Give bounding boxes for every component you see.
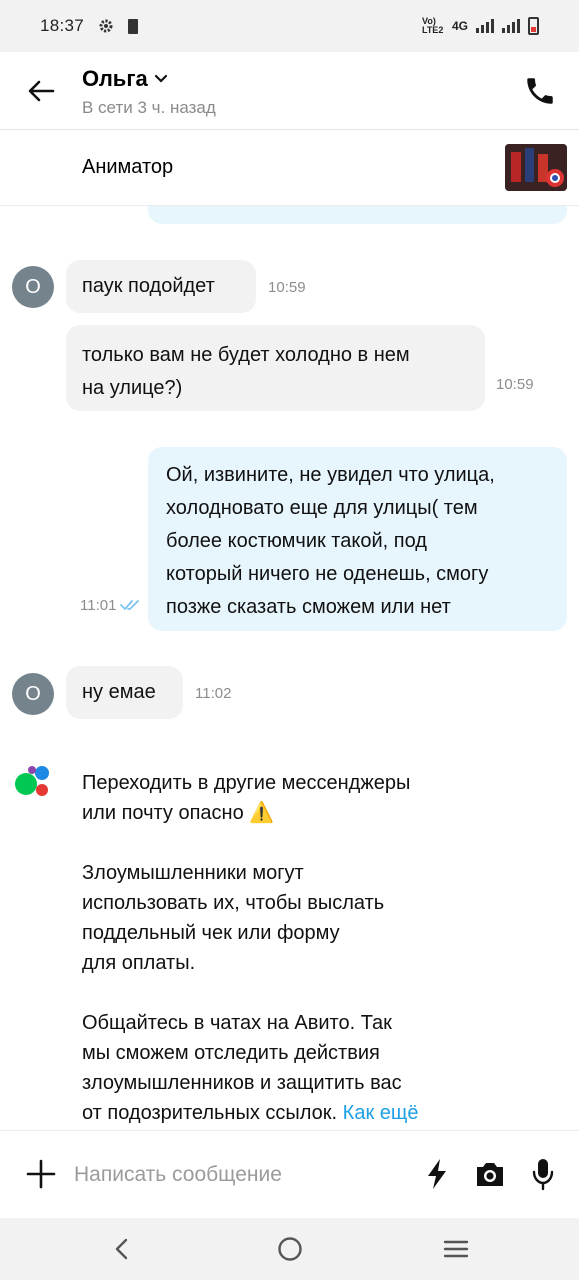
quick-reply-button[interactable] [420, 1157, 454, 1191]
attach-button[interactable] [24, 1157, 58, 1191]
message-text-line: более костюмчик такой, под [166, 530, 427, 552]
listing-title: Аниматор [82, 156, 174, 178]
message-text-line: Ой, извините, не увидел что улица, [166, 464, 495, 486]
network-type: 4G [451, 19, 468, 33]
nav-recents-button[interactable] [436, 1232, 476, 1266]
settings-gear-icon [99, 19, 113, 33]
notice-line: злоумышленников и защитить вас [82, 1072, 402, 1094]
status-bar: 18:37 Vo) LTE2 4G [0, 0, 579, 52]
message-list[interactable]: О паук подойдет 10:59 только вам не буде… [0, 206, 579, 1130]
battery-icon [528, 17, 539, 35]
status-time: 18:37 [40, 16, 85, 35]
message-bubble[interactable]: паук подойдет [66, 260, 256, 313]
message-time: 11:01 [80, 597, 117, 614]
avatar[interactable]: О [12, 266, 54, 308]
listing-card[interactable]: Аниматор [0, 130, 579, 206]
camera-icon [477, 1163, 503, 1186]
back-button[interactable] [24, 74, 58, 108]
phone-icon [527, 78, 553, 104]
message-bubble[interactable]: только вам не будет холодно в нем на ули… [66, 325, 485, 411]
notice-line: Злоумышленники могут [82, 862, 304, 884]
message-bubble[interactable]: ну емае [66, 666, 183, 719]
lightning-icon [428, 1159, 446, 1189]
circle-home-icon [278, 1237, 302, 1261]
notice-line: Переходить в другие мессенджеры [82, 772, 411, 794]
notice-line: для оплаты. [82, 952, 196, 974]
contact-status: В сети 3 ч. назад [82, 98, 216, 117]
message-text: ну емае [82, 681, 156, 703]
message-text-line: на улице?) [82, 377, 183, 399]
notice-line: использовать их, чтобы выслать [82, 892, 385, 914]
message-time: 10:59 [496, 376, 534, 393]
chat-header: Ольга В сети 3 ч. назад [0, 52, 579, 130]
message-bubble-partial[interactable] [148, 206, 567, 224]
voice-message-button[interactable] [526, 1157, 560, 1191]
message-text: паук подойдет [82, 275, 215, 297]
contact-name: Ольга [82, 66, 148, 91]
notice-line: Общайтесь в чатах на Авито. Так [82, 1012, 392, 1034]
avatar-letter: О [25, 275, 41, 298]
network-label: Vo) LTE2 [421, 16, 444, 35]
message-bubble[interactable]: Ой, извините, не увидел что улица, холод… [148, 447, 567, 631]
menu-lines-icon [443, 1240, 469, 1258]
avito-logo-icon [15, 766, 49, 796]
signal-strength-icon [476, 19, 494, 33]
read-receipt-icon [120, 600, 139, 610]
chevron-left-icon [115, 1238, 128, 1260]
system-notice: Переходить в другие мессенджеры или почт… [82, 768, 482, 1130]
message-text-line: только вам не будет холодно в нем [82, 344, 410, 366]
message-time: 11:02 [195, 685, 232, 702]
arrow-left-icon [28, 80, 55, 102]
avatar[interactable]: О [12, 673, 54, 715]
nav-back-button[interactable] [102, 1232, 142, 1266]
message-text-line: который ничего не оденешь, смогу [166, 563, 489, 585]
notice-line: или почту опасно ⚠️ [82, 802, 275, 824]
message-text-line: позже сказать сможем или нет [166, 596, 451, 618]
call-button[interactable] [523, 74, 559, 110]
storage-icon [128, 18, 139, 34]
notice-line: мы сможем отследить действия [82, 1042, 380, 1064]
microphone-icon [532, 1159, 554, 1191]
message-input[interactable] [74, 1157, 404, 1193]
plus-icon [26, 1159, 56, 1189]
learn-more-link[interactable]: Как ещё [343, 1102, 419, 1124]
listing-thumbnail [505, 144, 567, 191]
chevron-down-icon [154, 74, 167, 83]
avatar-letter: О [25, 682, 41, 705]
nav-home-button[interactable] [270, 1232, 310, 1266]
signal-strength-2-icon [502, 19, 520, 33]
notice-line: поддельный чек или форму [82, 922, 340, 944]
camera-button[interactable] [473, 1157, 507, 1191]
system-nav-bar [0, 1218, 579, 1280]
message-time: 10:59 [268, 279, 306, 296]
message-composer [0, 1130, 579, 1218]
message-text-line: холодновато еще для улицы( тем [166, 497, 478, 519]
notice-line: от подозрительных ссылок. [82, 1102, 343, 1124]
contact-name-dropdown[interactable]: Ольга [82, 66, 168, 92]
